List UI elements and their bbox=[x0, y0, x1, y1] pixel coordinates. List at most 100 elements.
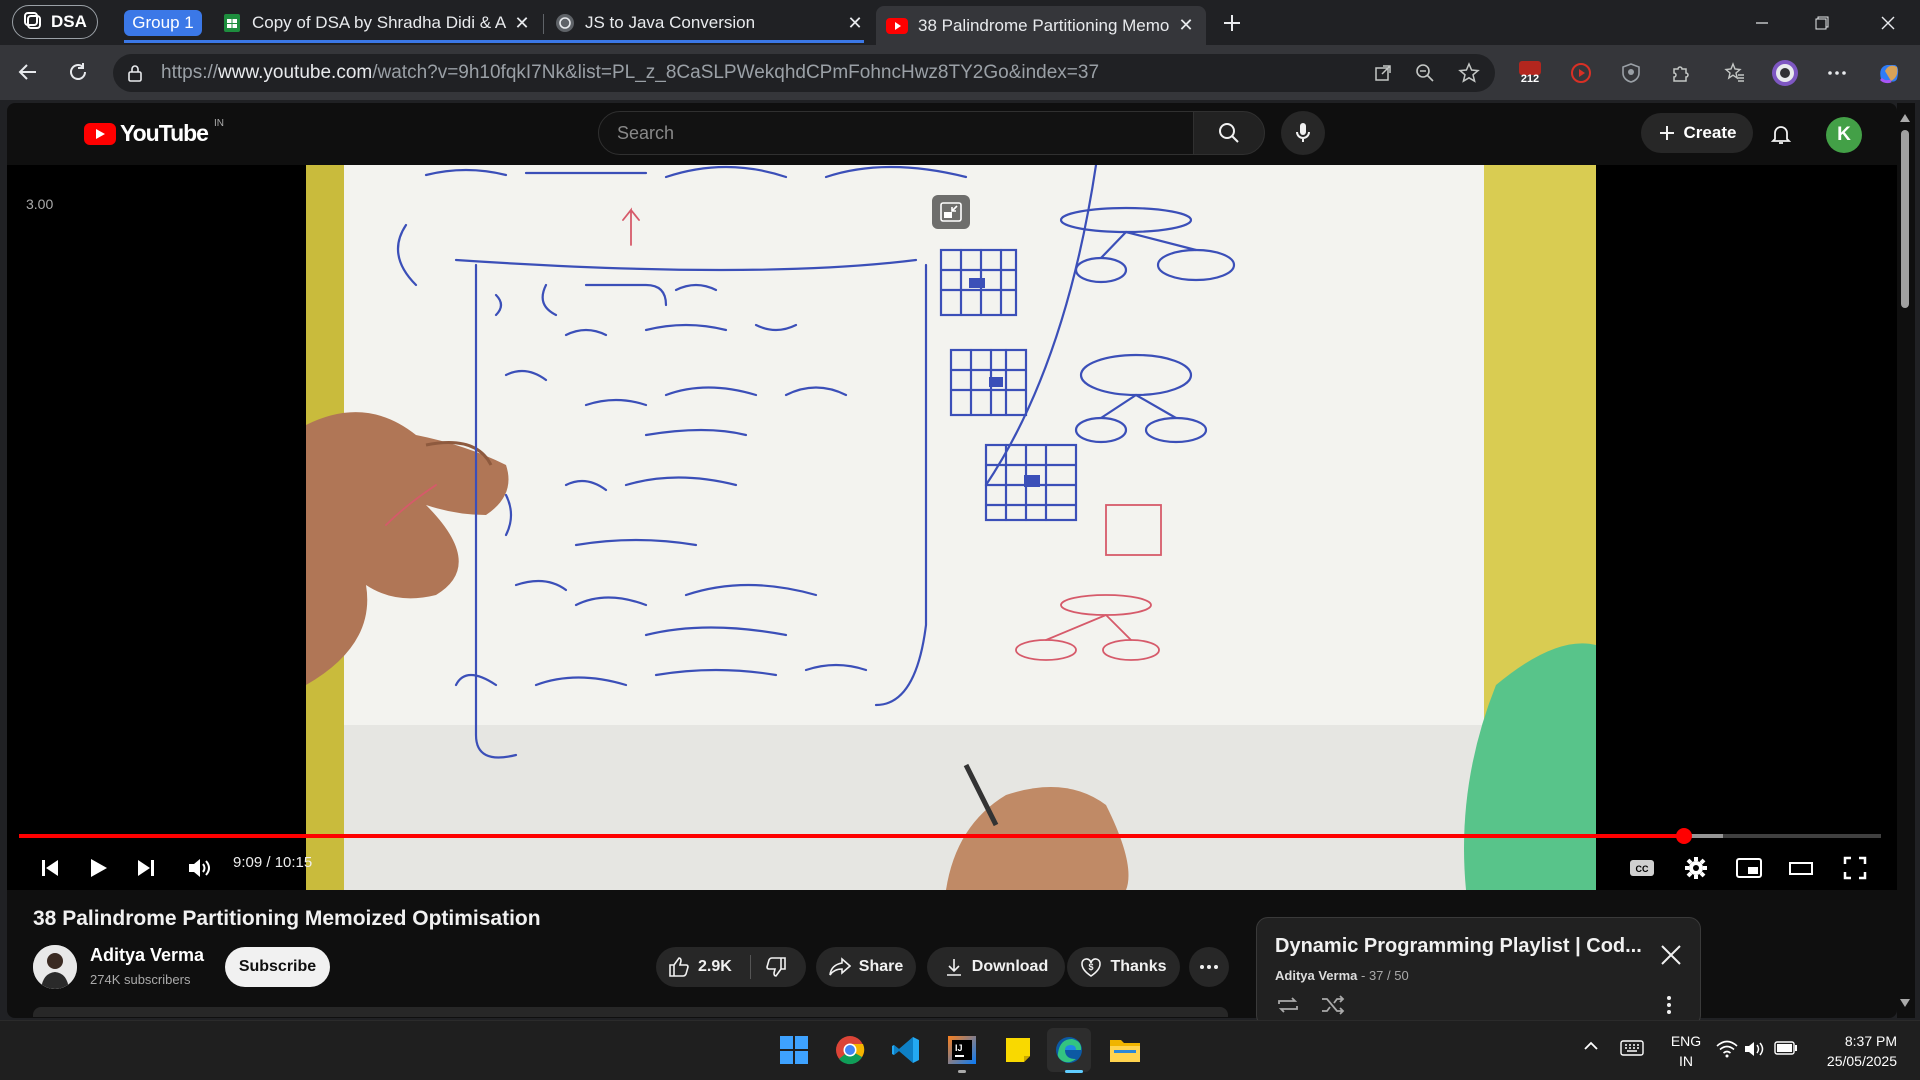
restore-button[interactable] bbox=[1792, 6, 1852, 40]
reload-icon bbox=[70, 63, 86, 80]
create-button[interactable]: Create bbox=[1641, 113, 1753, 153]
chevron-up-icon bbox=[1584, 1041, 1598, 1050]
youtube-icon bbox=[886, 17, 908, 34]
open-in-app-icon[interactable] bbox=[1370, 60, 1396, 86]
shield-extension-icon[interactable] bbox=[1616, 58, 1646, 88]
shuffle-playlist-button[interactable] bbox=[1320, 995, 1346, 1020]
playlist-title[interactable]: Dynamic Programming Playlist | Cod... bbox=[1275, 935, 1642, 958]
taskbar-edge[interactable] bbox=[1047, 1028, 1091, 1072]
theater-mode-button[interactable] bbox=[1781, 848, 1821, 888]
scroll-down-arrow-icon[interactable] bbox=[1899, 995, 1911, 1013]
settings-more-icon[interactable] bbox=[1822, 58, 1852, 88]
thumbs-down-icon[interactable] bbox=[765, 956, 787, 978]
touch-keyboard-button[interactable] bbox=[1620, 1040, 1644, 1059]
minimize-icon bbox=[1756, 22, 1768, 24]
keyboard-icon bbox=[1620, 1040, 1644, 1056]
new-tab-button[interactable] bbox=[1202, 6, 1262, 40]
miniplayer-exit-icon bbox=[940, 202, 962, 222]
scrubber-handle[interactable] bbox=[1675, 828, 1692, 844]
miniplayer-button[interactable] bbox=[1729, 848, 1769, 888]
tab-chatgpt[interactable]: JS to Java Conversion ✕ bbox=[545, 6, 875, 40]
close-icon bbox=[1661, 945, 1681, 965]
fullscreen-button[interactable] bbox=[1835, 848, 1875, 888]
site-info-icon[interactable] bbox=[125, 63, 145, 83]
svg-text:CC: CC bbox=[1636, 864, 1649, 874]
bell-icon bbox=[1770, 126, 1792, 144]
next-button[interactable] bbox=[126, 848, 166, 888]
svg-text:$: $ bbox=[1089, 962, 1094, 972]
close-window-button[interactable] bbox=[1858, 6, 1918, 40]
tab-youtube-active[interactable]: 38 Palindrome Partitioning Memo ✕ bbox=[876, 6, 1206, 45]
thanks-button[interactable]: $ Thanks bbox=[1067, 947, 1180, 987]
settings-button[interactable] bbox=[1676, 848, 1716, 888]
recorder-extension-icon[interactable] bbox=[1566, 58, 1596, 88]
taskbar-intellij[interactable]: IJ bbox=[940, 1028, 984, 1072]
close-tab-icon[interactable]: ✕ bbox=[845, 13, 865, 34]
language-indicator[interactable]: ENG IN bbox=[1666, 1031, 1706, 1071]
search-button[interactable] bbox=[1193, 111, 1265, 155]
notifications-button[interactable] bbox=[1763, 116, 1799, 152]
close-tab-icon[interactable]: ✕ bbox=[1176, 15, 1196, 36]
channel-name[interactable]: Aditya Verma bbox=[90, 945, 204, 966]
playlist-menu-button[interactable] bbox=[1666, 995, 1672, 1020]
taskbar-file-explorer[interactable] bbox=[1103, 1028, 1147, 1072]
download-button[interactable]: Download bbox=[927, 947, 1065, 987]
close-tab-icon[interactable]: ✕ bbox=[512, 13, 532, 34]
exit-miniplayer-button[interactable] bbox=[932, 195, 970, 229]
profile-avatar-icon[interactable] bbox=[1770, 58, 1800, 88]
taskbar-chrome[interactable] bbox=[828, 1028, 872, 1072]
windows-start-button[interactable] bbox=[772, 1028, 816, 1072]
address-bar[interactable]: https://www.youtube.com/watch?v=9h10fqkI… bbox=[113, 54, 1495, 92]
taskbar-clock[interactable]: 8:37 PM 25/05/2025 bbox=[1812, 1031, 1897, 1071]
video-title: 38 Palindrome Partitioning Memoized Opti… bbox=[33, 907, 541, 930]
favorite-star-icon[interactable] bbox=[1456, 60, 1482, 86]
close-playlist-button[interactable] bbox=[1658, 942, 1684, 968]
taskbar-vscode[interactable] bbox=[884, 1028, 928, 1072]
volume-tray-icon[interactable] bbox=[1744, 1040, 1766, 1061]
zoom-icon[interactable] bbox=[1412, 60, 1438, 86]
intellij-icon: IJ bbox=[948, 1036, 976, 1064]
channel-avatar[interactable] bbox=[33, 945, 77, 989]
video-frame[interactable] bbox=[306, 165, 1596, 890]
download-label: Download bbox=[971, 958, 1049, 975]
scroll-up-arrow-icon[interactable] bbox=[1899, 110, 1911, 128]
divider bbox=[749, 955, 751, 979]
loop-playlist-button[interactable] bbox=[1275, 995, 1301, 1020]
captions-button[interactable]: CC bbox=[1622, 848, 1662, 888]
back-button[interactable] bbox=[10, 54, 46, 90]
taskbar-sticky-notes[interactable] bbox=[996, 1028, 1040, 1072]
running-indicator bbox=[958, 1070, 966, 1073]
playlist-owner[interactable]: Aditya Verma bbox=[1275, 968, 1357, 983]
edge-icon bbox=[1056, 1037, 1082, 1063]
workspace-icon bbox=[24, 12, 41, 29]
subscribe-button[interactable]: Subscribe bbox=[225, 947, 330, 987]
account-avatar[interactable]: K bbox=[1826, 117, 1862, 153]
play-button[interactable] bbox=[78, 848, 118, 888]
reload-button[interactable] bbox=[60, 54, 96, 90]
search-icon bbox=[1219, 123, 1239, 143]
profile-workspace-button[interactable]: DSA bbox=[12, 5, 98, 39]
tab-group-chip[interactable]: Group 1 bbox=[124, 10, 202, 36]
extensions-puzzle-icon[interactable] bbox=[1666, 58, 1696, 88]
profile-label: DSA bbox=[51, 12, 87, 31]
tab-sheets[interactable]: Copy of DSA by Shradha Didi & A ✕ bbox=[212, 6, 542, 40]
more-actions-button[interactable] bbox=[1189, 947, 1229, 987]
youtube-home-logo[interactable]: YouTube IN bbox=[84, 118, 224, 147]
battery-icon[interactable] bbox=[1774, 1041, 1798, 1058]
minimize-button[interactable] bbox=[1732, 6, 1792, 40]
search-input[interactable]: Search bbox=[598, 111, 1194, 155]
extension-counter-button[interactable]: 212 bbox=[1515, 58, 1545, 88]
restore-icon bbox=[1815, 16, 1829, 30]
favorites-icon[interactable] bbox=[1720, 58, 1750, 88]
volume-button[interactable] bbox=[180, 848, 220, 888]
wifi-icon[interactable] bbox=[1716, 1040, 1738, 1061]
previous-button[interactable] bbox=[30, 848, 70, 888]
copilot-icon[interactable] bbox=[1874, 58, 1904, 88]
share-button[interactable]: Share bbox=[816, 947, 916, 987]
show-hidden-icons-button[interactable] bbox=[1583, 1038, 1599, 1054]
scrollbar-thumb[interactable] bbox=[1901, 130, 1909, 308]
thumbs-up-icon[interactable] bbox=[668, 956, 690, 978]
description-box-edge[interactable] bbox=[33, 1007, 1228, 1017]
voice-search-button[interactable] bbox=[1281, 111, 1325, 155]
like-count[interactable]: 2.9K bbox=[698, 958, 732, 976]
